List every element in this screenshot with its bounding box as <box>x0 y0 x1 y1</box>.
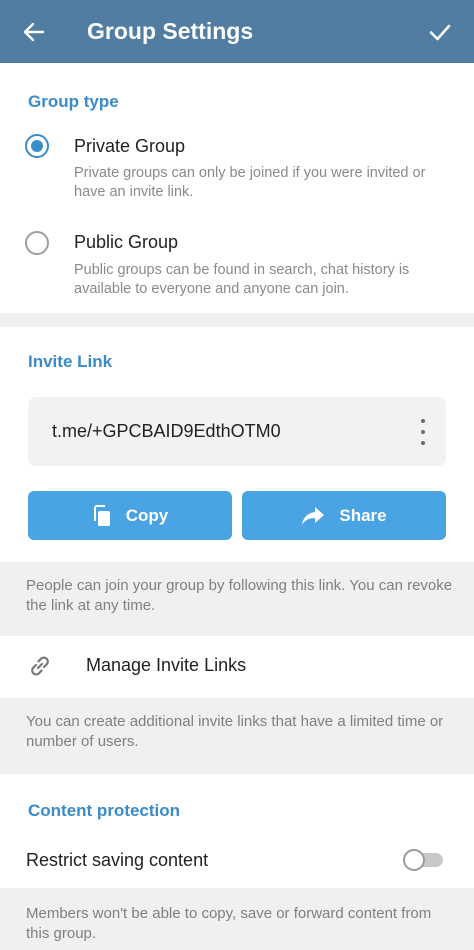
share-label: Share <box>339 505 387 525</box>
restrict-saving-toggle[interactable] <box>403 849 445 871</box>
section-title-content-protection: Content protection <box>28 801 181 820</box>
invite-link-text: t.me/+GPCBAID9EdthOTM0 <box>52 421 281 441</box>
manage-links-note: You can create additional invite links t… <box>26 713 444 750</box>
private-group-title: Private Group <box>74 136 186 156</box>
private-group-radio[interactable] <box>25 134 49 158</box>
page-title: Group Settings <box>87 18 254 44</box>
done-button[interactable] <box>424 16 456 48</box>
share-button[interactable]: Share <box>242 491 446 540</box>
copy-button[interactable]: Copy <box>28 491 232 540</box>
section-title-invite-link: Invite Link <box>28 352 113 371</box>
more-options-icon[interactable] <box>418 419 428 445</box>
toggle-thumb <box>403 849 425 871</box>
copy-label: Copy <box>125 505 169 525</box>
public-group-title: Public Group <box>74 232 179 252</box>
restrict-saving-content-row[interactable]: Restrict saving content <box>0 836 474 888</box>
restrict-saving-content-label: Restrict saving content <box>26 850 209 870</box>
manage-invite-links-row[interactable]: Manage Invite Links <box>0 636 474 698</box>
invite-link-note: People can join your group by following … <box>26 577 453 614</box>
back-button[interactable] <box>18 16 50 48</box>
option-public-group[interactable]: Public Group Public groups can be found … <box>0 228 474 303</box>
option-private-group[interactable]: Private Group Private groups can only be… <box>0 131 474 206</box>
public-group-radio[interactable] <box>25 231 49 255</box>
invite-link-field[interactable]: t.me/+GPCBAID9EdthOTM0 <box>28 397 446 466</box>
share-icon <box>301 506 325 526</box>
manage-invite-links-label: Manage Invite Links <box>86 655 247 675</box>
link-icon <box>27 653 53 684</box>
section-title-group-type: Group type <box>28 92 119 111</box>
app-bar: Group Settings <box>0 0 474 63</box>
private-group-description: Private groups can only be joined if you… <box>74 165 426 200</box>
content-protection-note: Members won't be able to copy, save or f… <box>26 905 432 942</box>
public-group-description: Public groups can be found in search, ch… <box>74 262 410 297</box>
check-icon <box>429 24 451 41</box>
arrow-left-icon <box>23 22 45 42</box>
group-type-section: Group type Private Group Private groups … <box>0 63 474 313</box>
copy-icon <box>92 504 112 527</box>
